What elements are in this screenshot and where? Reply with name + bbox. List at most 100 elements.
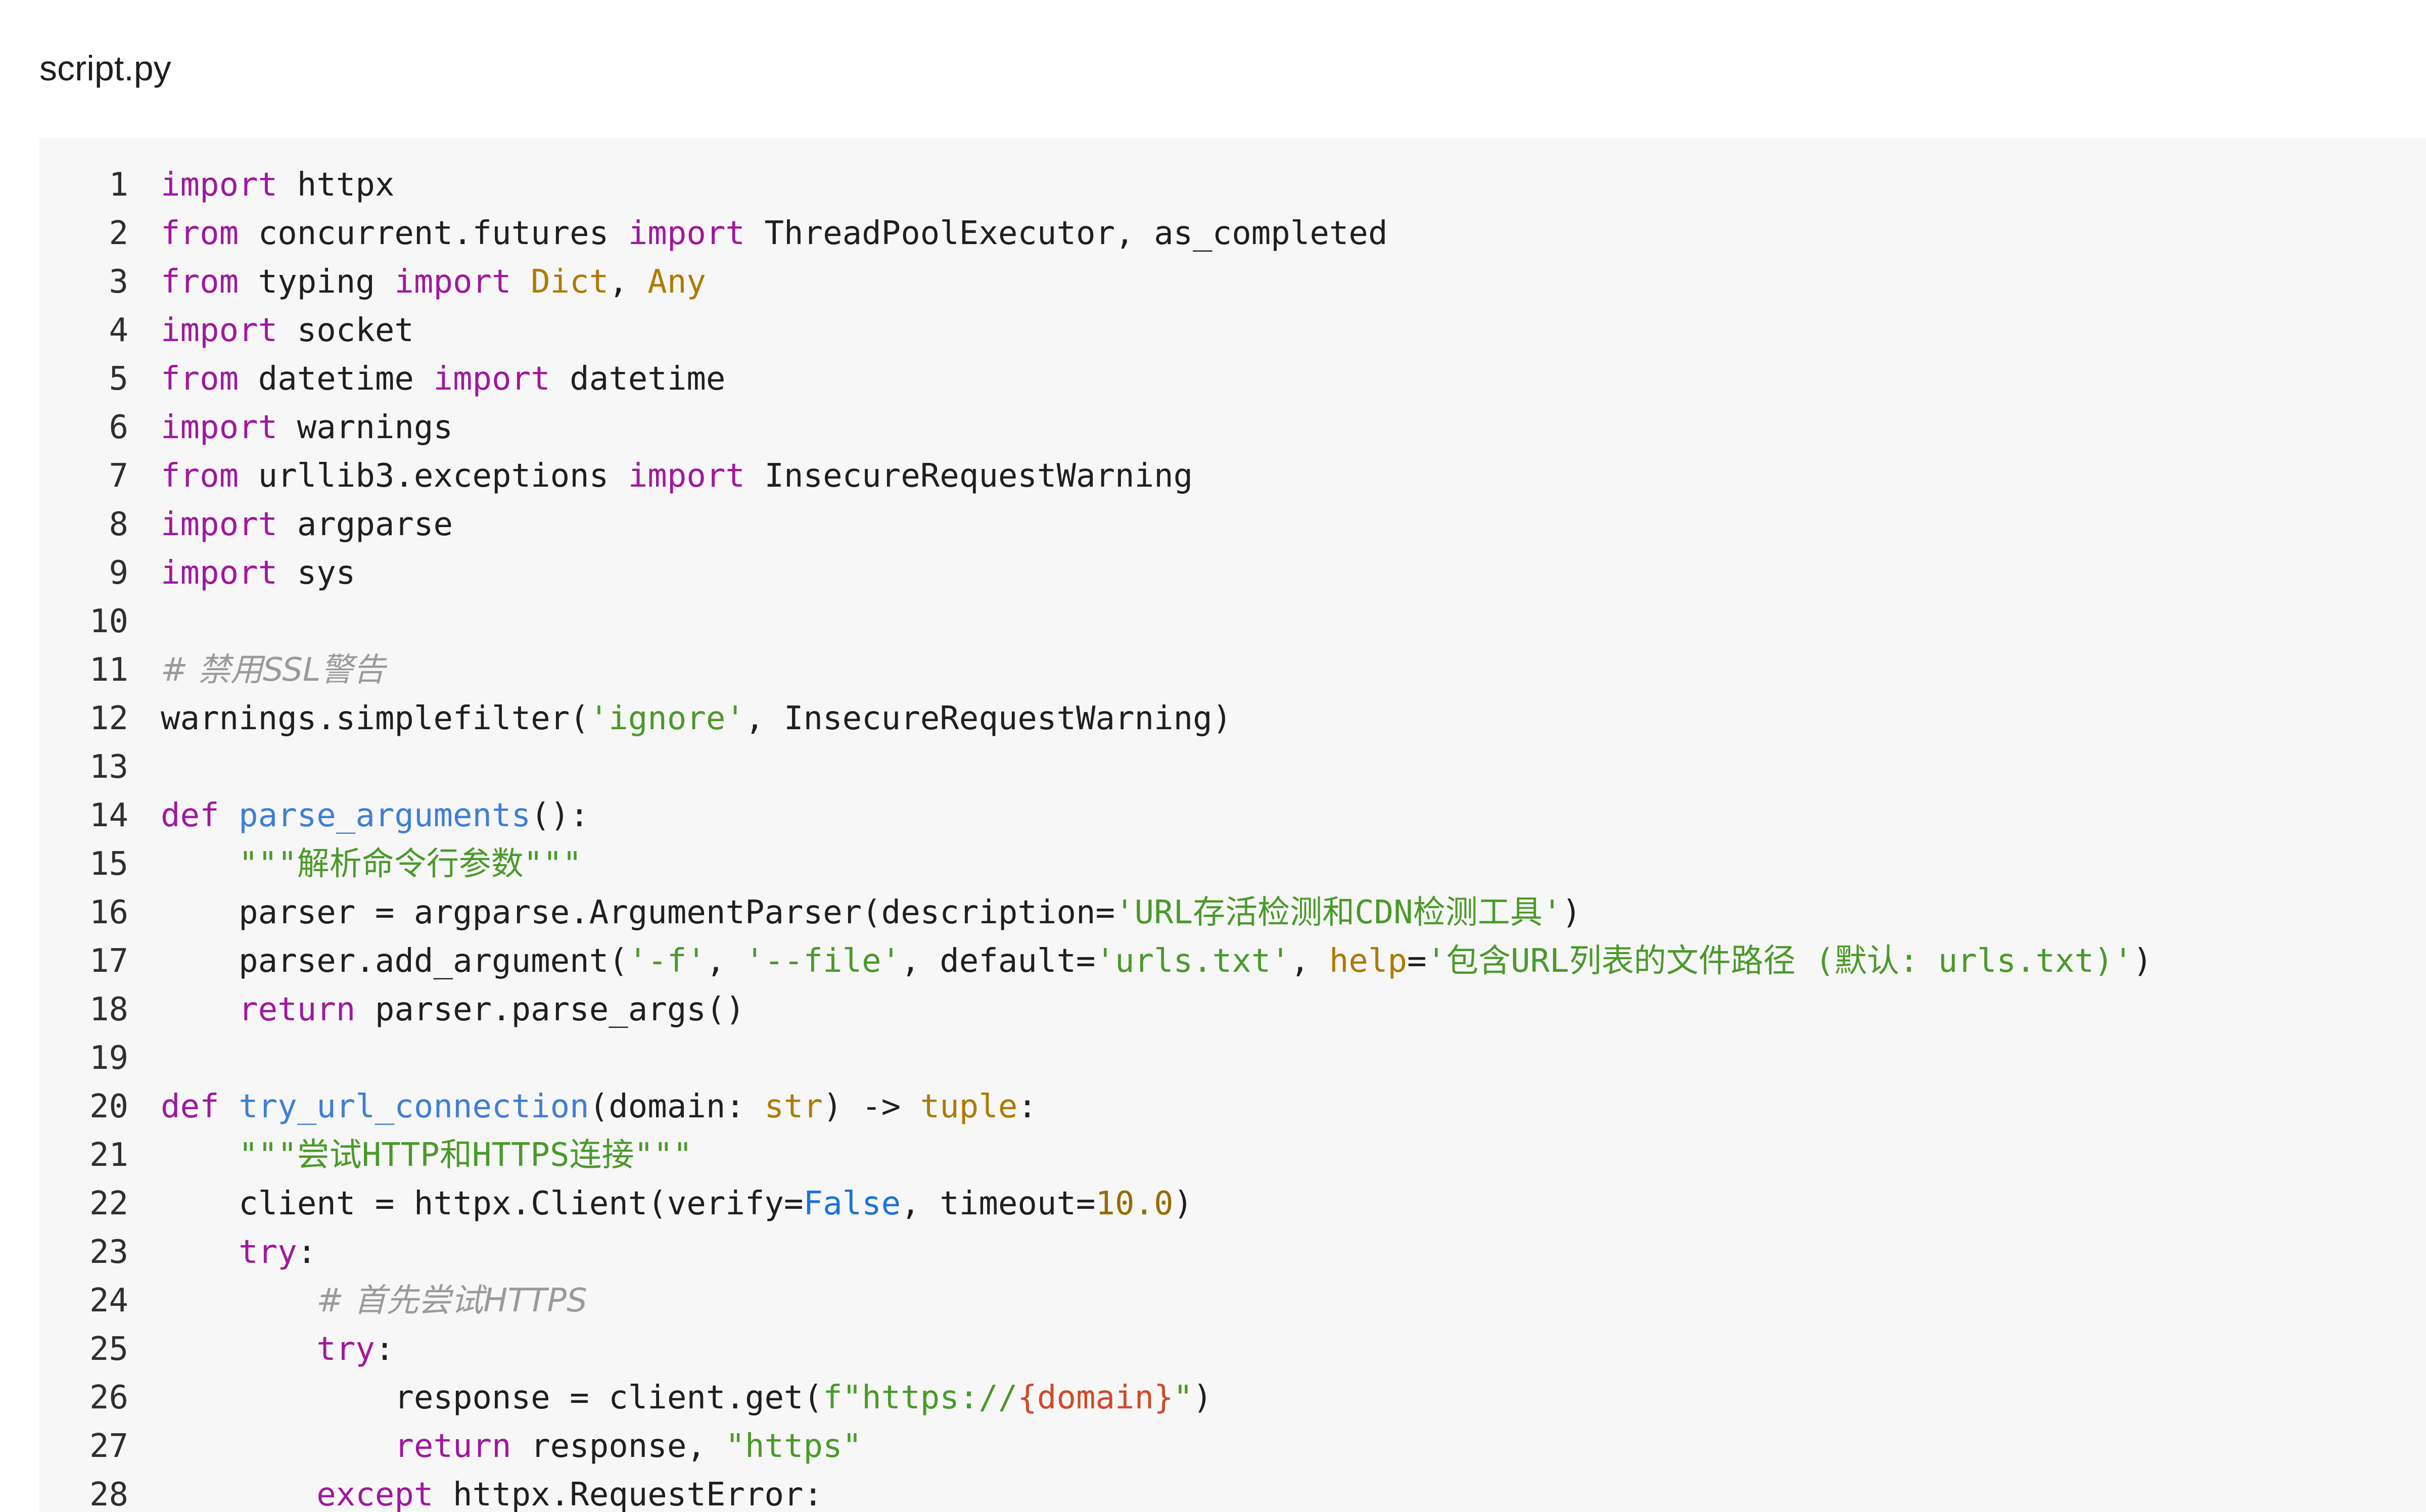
code-viewer-page: script.py 1 import httpx 2 from concurrent.…	[0, 0, 2426, 1512]
line-content: response = client.get(f"https://{domain}…	[161, 1374, 1212, 1422]
code-token: concurrent.futures	[239, 215, 628, 252]
code-token: import	[433, 360, 550, 398]
line-content: from datetime import datetime	[161, 355, 725, 403]
line-number: 10	[89, 603, 128, 640]
line-content: import socket	[161, 306, 414, 355]
code-token: import	[394, 263, 511, 301]
code-token: :	[1017, 1088, 1037, 1125]
line-number: 6	[109, 409, 128, 446]
code-line: 8 import argparse	[39, 500, 2426, 549]
code-line: 19	[39, 1034, 2426, 1082]
code-line: 6 import warnings	[39, 403, 2426, 452]
code-token: argparse	[277, 506, 453, 543]
code-token: ,	[609, 263, 648, 301]
line-content: return response, "https"	[161, 1422, 862, 1471]
line-content: warnings.simplefilter('ignore', Insecure…	[161, 694, 1232, 743]
code-token: socket	[277, 312, 414, 349]
code-line: 11 # 禁用SSL警告	[39, 646, 2426, 694]
code-token: import	[628, 215, 745, 252]
line-number: 28	[89, 1476, 128, 1512]
code-token: str	[764, 1088, 823, 1125]
line-content: except httpx.RequestError:	[161, 1471, 823, 1512]
line-number: 20	[89, 1088, 128, 1125]
code-token: return	[394, 1428, 511, 1465]
code-token: ,	[706, 942, 745, 980]
line-number: 21	[89, 1137, 128, 1174]
code-token: , InsecureRequestWarning)	[744, 700, 1232, 737]
code-token: # 首先尝试HTTPS	[316, 1282, 587, 1319]
line-content: """解析命令行参数"""	[161, 840, 582, 888]
line-number: 14	[89, 797, 128, 834]
code-token: :	[297, 1234, 317, 1271]
code-token: urllib3.exceptions	[239, 457, 628, 495]
code-token: tuple	[920, 1088, 1018, 1125]
line-number: 7	[109, 457, 128, 495]
code-token: )	[2133, 942, 2153, 980]
code-token: from	[161, 360, 239, 398]
code-token: parser = argparse.ArgumentParser(descrip…	[161, 894, 1115, 931]
code-block[interactable]: 1 import httpx 2 from concurrent.futures im…	[39, 137, 2426, 1512]
code-line: 25 try:	[39, 1325, 2426, 1374]
code-line: 26 response = client.get(f"https://{doma…	[39, 1374, 2426, 1422]
line-number: 17	[89, 942, 128, 980]
line-content: import sys	[161, 549, 355, 597]
code-token: parser.parse_args()	[355, 991, 745, 1028]
code-token: response = client.get(	[161, 1379, 823, 1416]
code-token: ,	[1290, 942, 1329, 980]
code-token: ThreadPoolExecutor, as_completed	[744, 215, 1388, 252]
line-content: try:	[161, 1228, 316, 1277]
code-line: 4 import socket	[39, 306, 2426, 355]
code-line: 21 """尝试HTTP和HTTPS连接"""	[39, 1131, 2426, 1179]
line-content: import warnings	[161, 403, 453, 452]
code-line: 3 from typing import Dict, Any	[39, 258, 2426, 306]
code-line: 23 try:	[39, 1228, 2426, 1277]
code-token: httpx.RequestError:	[433, 1476, 823, 1512]
code-token: '包含URL列表的文件路径 (默认: urls.txt)'	[1426, 942, 2133, 980]
line-number: 25	[89, 1331, 128, 1368]
code-token: 'ignore'	[589, 700, 745, 737]
line-number: 8	[109, 506, 128, 543]
code-token: datetime	[550, 360, 726, 398]
line-content: # 禁用SSL警告	[161, 646, 386, 694]
code-token: 10.0	[1095, 1185, 1174, 1222]
line-number: 26	[89, 1379, 128, 1416]
line-content: # 首先尝试HTTPS	[161, 1277, 587, 1325]
line-content: """尝试HTTP和HTTPS连接"""	[161, 1131, 692, 1179]
code-token: """尝试HTTP和HTTPS连接"""	[239, 1137, 693, 1174]
code-token: parse_arguments	[239, 797, 531, 834]
code-line: 24 # 首先尝试HTTPS	[39, 1277, 2426, 1325]
code-line: 13	[39, 743, 2426, 791]
code-token: return	[239, 991, 356, 1028]
line-number: 12	[89, 700, 128, 737]
code-token: "	[1173, 1379, 1193, 1416]
line-content: def try_url_connection(domain: str) -> t…	[161, 1082, 1037, 1131]
code-token: )	[1562, 894, 1581, 931]
code-token: import	[628, 457, 745, 495]
code-token: parser.add_argument(	[161, 942, 628, 980]
code-token: Any	[647, 263, 706, 301]
line-number: 19	[89, 1040, 128, 1077]
line-content: from concurrent.futures import ThreadPoo…	[161, 209, 1387, 258]
line-number: 16	[89, 894, 128, 931]
code-token: from	[161, 263, 239, 301]
code-token: 'urls.txt'	[1095, 942, 1290, 980]
line-content: parser = argparse.ArgumentParser(descrip…	[161, 888, 1581, 937]
line-content: from urllib3.exceptions import InsecureR…	[161, 452, 1193, 500]
line-number: 3	[109, 263, 128, 301]
code-token: {domain}	[1017, 1379, 1174, 1416]
line-content: try:	[161, 1325, 394, 1374]
line-number: 22	[89, 1185, 128, 1222]
code-token: :	[375, 1331, 395, 1368]
line-content: import argparse	[161, 500, 453, 549]
code-token: =	[1407, 942, 1427, 980]
code-token: datetime	[239, 360, 434, 398]
code-token: '--file'	[744, 942, 901, 980]
